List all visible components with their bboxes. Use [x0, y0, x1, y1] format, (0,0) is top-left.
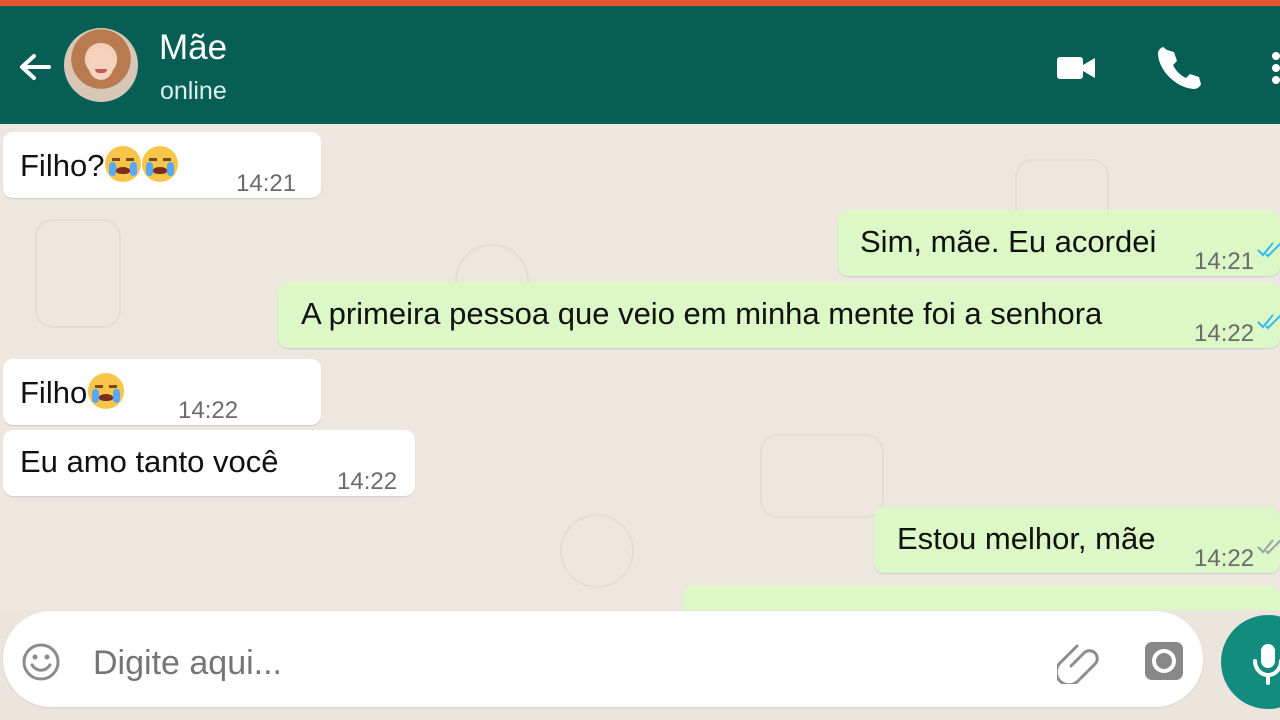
camera-icon[interactable] — [1141, 638, 1187, 684]
emoji-icon[interactable] — [20, 641, 62, 683]
microphone-icon — [1253, 644, 1280, 685]
composer-bar — [0, 610, 1280, 720]
message-text: Eu amo tanto você — [20, 444, 279, 479]
next-message-bubble-partial — [683, 586, 1280, 610]
chat-header: Mãe online — [0, 6, 1280, 124]
attach-icon[interactable] — [1057, 640, 1101, 684]
message-time: 14:21 — [1194, 248, 1255, 275]
message-bubble-outgoing[interactable]: Estou melhor, mãe 14:22 — [874, 507, 1280, 573]
avatar-face-shape — [88, 48, 114, 80]
contact-status: online — [160, 77, 227, 105]
contact-name[interactable]: Mãe — [159, 28, 227, 68]
crying-emoji-icon — [105, 146, 142, 182]
video-call-icon[interactable] — [1052, 44, 1100, 92]
background-doodle — [560, 514, 634, 588]
read-receipt-icon — [1257, 539, 1280, 555]
contact-avatar[interactable] — [64, 28, 138, 102]
message-time: 14:21 — [236, 170, 297, 197]
message-time: 14:22 — [337, 468, 398, 495]
message-bubble-incoming[interactable]: Filho? 14:21 — [3, 132, 321, 198]
back-arrow-icon[interactable] — [14, 46, 56, 88]
message-text: Sim, mãe. Eu acordei — [860, 224, 1157, 259]
phone-icon[interactable] — [1154, 44, 1202, 92]
microphone-button[interactable] — [1221, 615, 1280, 709]
message-text: Filho? — [20, 148, 105, 183]
more-vert-icon[interactable] — [1258, 44, 1280, 92]
message-bubble-outgoing[interactable]: Sim, mãe. Eu acordei 14:21 — [838, 210, 1280, 276]
read-receipt-icon — [1257, 314, 1280, 330]
message-time: 14:22 — [178, 397, 239, 424]
message-time: 14:22 — [1194, 320, 1255, 347]
message-text: Estou melhor, mãe — [897, 521, 1156, 556]
background-doodle — [35, 219, 121, 328]
read-receipt-icon — [1257, 242, 1280, 258]
message-bubble-incoming[interactable]: Eu amo tanto você 14:22 — [3, 430, 415, 496]
message-text: Filho — [20, 375, 88, 410]
message-bubble-outgoing[interactable]: A primeira pessoa que veio em minha ment… — [278, 282, 1280, 348]
crying-emoji-icon — [88, 373, 125, 409]
message-bubble-incoming[interactable]: Filho 14:22 — [3, 359, 321, 425]
message-text: A primeira pessoa que veio em minha ment… — [301, 296, 1103, 331]
message-list[interactable]: Filho? 14:21 Sim, mãe. Eu acordei 14:21 … — [0, 124, 1280, 610]
message-time: 14:22 — [1194, 545, 1255, 572]
message-composer[interactable] — [3, 611, 1203, 707]
crying-emoji-icon — [142, 146, 179, 182]
background-doodle — [760, 434, 884, 518]
message-input[interactable] — [91, 642, 955, 684]
